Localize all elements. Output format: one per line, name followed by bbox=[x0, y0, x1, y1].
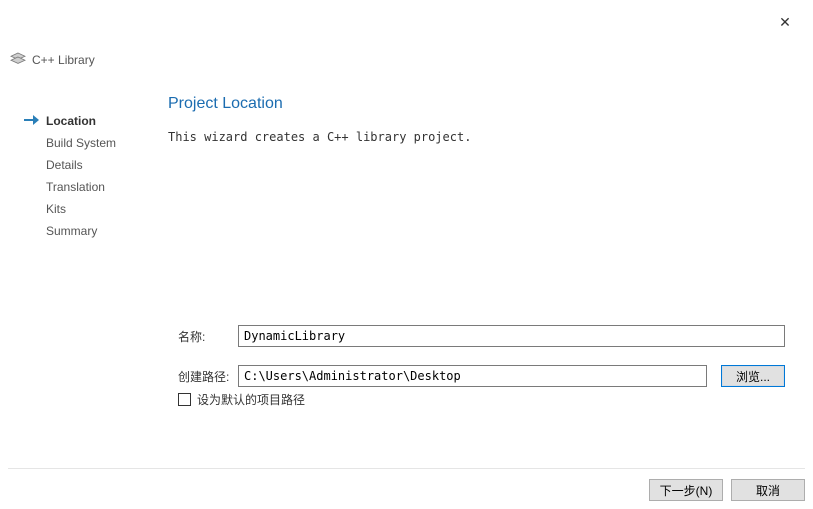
dialog-header: C++ Library bbox=[10, 52, 95, 68]
nav-step-kits[interactable]: Kits bbox=[26, 198, 146, 220]
path-input[interactable] bbox=[238, 365, 707, 387]
name-input[interactable] bbox=[238, 325, 785, 347]
nav-step-summary[interactable]: Summary bbox=[26, 220, 146, 242]
default-path-row: 设为默认的项目路径 bbox=[178, 391, 785, 408]
nav-step-details[interactable]: Details bbox=[26, 154, 146, 176]
nav-step-label: Summary bbox=[46, 224, 97, 238]
nav-step-translation[interactable]: Translation bbox=[26, 176, 146, 198]
nav-step-label: Build System bbox=[46, 136, 116, 150]
name-row: 名称: bbox=[178, 325, 785, 347]
stack-icon bbox=[10, 52, 26, 68]
default-path-checkbox[interactable] bbox=[178, 393, 191, 406]
page-title: Project Location bbox=[168, 95, 793, 113]
cancel-button[interactable]: 取消 bbox=[731, 479, 805, 501]
next-button[interactable]: 下一步(N) bbox=[649, 479, 723, 501]
page-description: This wizard creates a C++ library projec… bbox=[168, 130, 793, 144]
dialog-footer: 下一步(N) 取消 bbox=[8, 468, 805, 501]
nav-step-location[interactable]: Location bbox=[26, 110, 146, 132]
close-button[interactable]: ✕ bbox=[775, 12, 795, 32]
name-label: 名称: bbox=[178, 328, 238, 345]
nav-step-label: Translation bbox=[46, 180, 105, 194]
nav-step-label: Location bbox=[46, 114, 96, 128]
path-row: 创建路径: 浏览... bbox=[178, 365, 785, 387]
default-path-label: 设为默认的项目路径 bbox=[197, 391, 305, 408]
nav-step-label: Details bbox=[46, 158, 83, 172]
arrow-right-icon bbox=[24, 114, 40, 126]
nav-step-label: Kits bbox=[46, 202, 66, 216]
path-label: 创建路径: bbox=[178, 368, 238, 385]
wizard-steps-nav: Location Build System Details Translatio… bbox=[26, 110, 146, 242]
form-area: 名称: 创建路径: 浏览... 设为默认的项目路径 bbox=[178, 325, 785, 408]
main-content: Project Location This wizard creates a C… bbox=[168, 95, 793, 144]
browse-button[interactable]: 浏览... bbox=[721, 365, 785, 387]
nav-step-build-system[interactable]: Build System bbox=[26, 132, 146, 154]
dialog-title: C++ Library bbox=[32, 53, 95, 67]
